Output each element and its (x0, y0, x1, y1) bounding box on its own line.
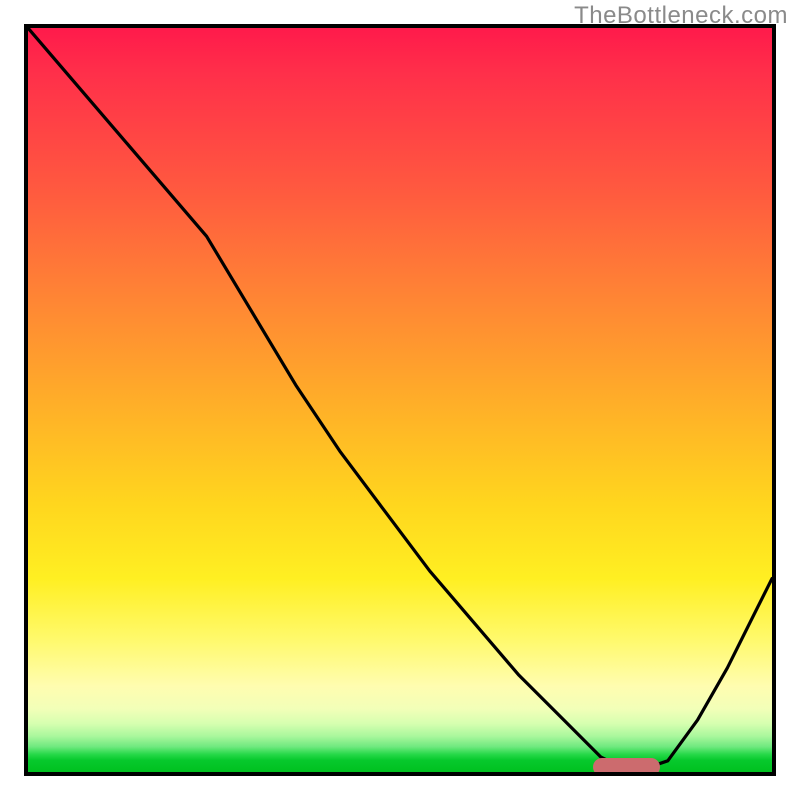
chart-frame (772, 24, 776, 776)
bottleneck-curve (28, 28, 772, 768)
chart-container: TheBottleneck.com (0, 0, 800, 800)
watermark-text: TheBottleneck.com (574, 2, 788, 30)
chart-frame (24, 772, 776, 776)
chart-frame (24, 24, 28, 776)
curve-svg (28, 28, 772, 772)
